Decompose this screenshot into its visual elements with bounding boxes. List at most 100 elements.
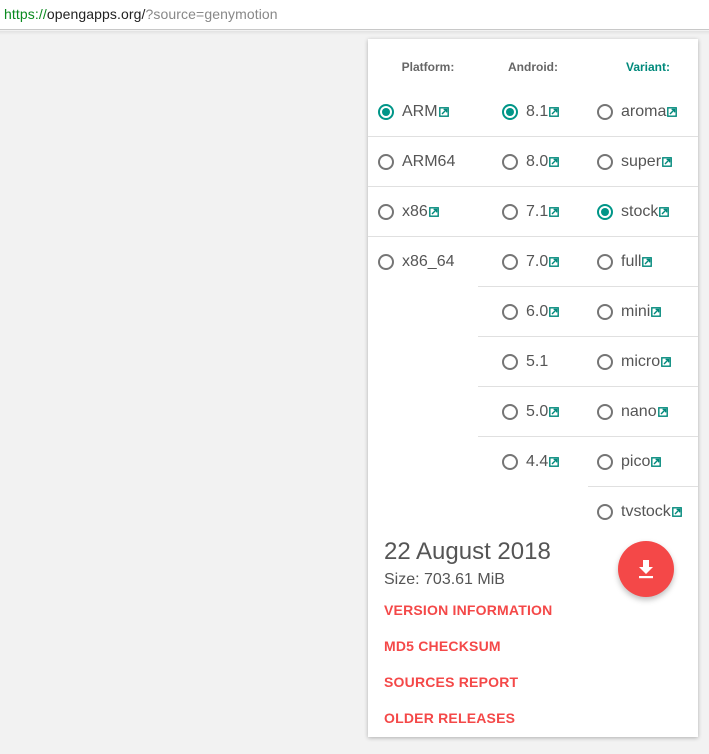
external-link-icon xyxy=(549,307,560,317)
android-option[interactable]: 8.1 xyxy=(502,87,582,137)
platform-radio[interactable] xyxy=(378,154,394,170)
platform-radio[interactable] xyxy=(378,204,394,220)
external-link-icon xyxy=(657,407,668,417)
variant-option-label: stock xyxy=(621,203,659,220)
external-link-icon xyxy=(549,207,560,217)
variant-option[interactable]: micro xyxy=(597,337,697,387)
android-radio[interactable] xyxy=(502,104,518,120)
version-information-link[interactable]: VERSION INFORMATION xyxy=(384,602,552,618)
android-radio[interactable] xyxy=(502,354,518,370)
sources-report-link[interactable]: SOURCES REPORT xyxy=(384,674,518,690)
platform-option[interactable]: ARM64 xyxy=(378,137,478,187)
download-button[interactable] xyxy=(618,541,674,597)
platform-option[interactable]: ARM xyxy=(378,87,478,137)
variant-option-label: tvstock xyxy=(621,503,671,520)
android-radio[interactable] xyxy=(502,404,518,420)
android-radio[interactable] xyxy=(502,304,518,320)
variant-radio[interactable] xyxy=(597,104,613,120)
android-option-label: 8.1 xyxy=(526,103,549,120)
external-link-icon xyxy=(549,457,560,467)
variant-option[interactable]: aroma xyxy=(597,87,697,137)
android-radio[interactable] xyxy=(502,254,518,270)
android-option[interactable]: 7.1 xyxy=(502,187,582,237)
external-link-icon xyxy=(428,207,439,217)
platform-option-label: ARM64 xyxy=(402,153,456,170)
android-option[interactable]: 5.1 xyxy=(502,337,582,387)
external-link-icon xyxy=(549,107,560,117)
external-link-icon xyxy=(661,357,672,367)
url-protocol: https:// xyxy=(4,6,47,22)
variant-option-label: pico xyxy=(621,453,651,470)
external-link-icon xyxy=(642,257,653,267)
android-radio[interactable] xyxy=(502,454,518,470)
platform-option-label: ARM xyxy=(402,103,438,120)
variant-radio[interactable] xyxy=(597,404,613,420)
android-option[interactable]: 6.0 xyxy=(502,287,582,337)
variant-option[interactable]: full xyxy=(597,237,697,287)
variant-option-label: mini xyxy=(621,303,651,320)
platform-option[interactable]: x86 xyxy=(378,187,478,237)
external-link-icon xyxy=(549,407,560,417)
android-option-label: 7.0 xyxy=(526,253,549,270)
external-link-icon xyxy=(549,257,560,267)
platform-radio[interactable] xyxy=(378,104,394,120)
variant-radio[interactable] xyxy=(597,454,613,470)
address-bar-shadow xyxy=(0,31,709,35)
android-option-label: 5.0 xyxy=(526,403,549,420)
variant-radio[interactable] xyxy=(597,354,613,370)
md5-checksum-link[interactable]: MD5 CHECKSUM xyxy=(384,638,501,654)
release-date: 22 August 2018 xyxy=(384,538,551,565)
variant-radio[interactable] xyxy=(597,304,613,320)
platform-header: Platform: xyxy=(401,60,455,74)
external-link-icon xyxy=(659,207,670,217)
android-option-label: 5.1 xyxy=(526,353,549,370)
external-link-icon xyxy=(667,107,678,117)
variant-option[interactable]: super xyxy=(597,137,697,187)
variant-radio[interactable] xyxy=(597,154,613,170)
external-link-icon xyxy=(438,107,449,117)
android-option-label: 6.0 xyxy=(526,303,549,320)
variant-radio[interactable] xyxy=(597,254,613,270)
android-option[interactable]: 5.0 xyxy=(502,387,582,437)
android-radio[interactable] xyxy=(502,204,518,220)
older-releases-link[interactable]: OLDER RELEASES xyxy=(384,710,515,726)
variant-option-label: super xyxy=(621,153,662,170)
external-link-icon xyxy=(662,157,672,167)
variant-option-label: full xyxy=(621,253,642,270)
external-link-icon xyxy=(651,457,662,467)
variant-option[interactable]: pico xyxy=(597,437,697,487)
platform-radio[interactable] xyxy=(378,254,394,270)
android-header: Android: xyxy=(508,60,558,74)
platform-option-label: x86_64 xyxy=(402,253,455,270)
variant-radio[interactable] xyxy=(597,504,613,520)
variant-option-label: nano xyxy=(621,403,657,420)
variant-option[interactable]: mini xyxy=(597,287,697,337)
platform-option[interactable]: x86_64 xyxy=(378,237,478,287)
android-option[interactable]: 7.0 xyxy=(502,237,582,287)
header-divider xyxy=(368,86,698,87)
android-option[interactable]: 8.0 xyxy=(502,137,582,187)
variant-header: Variant: xyxy=(625,60,670,74)
variant-option[interactable]: nano xyxy=(597,387,697,437)
android-radio[interactable] xyxy=(502,154,518,170)
android-option[interactable]: 4.4 xyxy=(502,437,582,487)
release-size: Size: 703.61 MiB xyxy=(384,571,505,588)
external-link-icon xyxy=(651,307,662,317)
platform-option-label: x86 xyxy=(402,203,428,220)
variant-option-label: micro xyxy=(621,353,661,370)
url-text[interactable]: https://opengapps.org/?source=genymotion xyxy=(4,6,278,22)
variant-option-label: aroma xyxy=(621,103,667,120)
external-link-icon xyxy=(549,157,560,167)
variant-radio[interactable] xyxy=(597,204,613,220)
variant-option[interactable]: tvstock xyxy=(597,487,697,537)
url-domain: opengapps.org/ xyxy=(46,6,146,22)
android-option-label: 7.1 xyxy=(526,203,549,220)
external-link-icon xyxy=(671,507,682,517)
download-card: Platform: Android: Variant: 22 August 20… xyxy=(368,39,698,737)
address-bar[interactable]: https://opengapps.org/?source=genymotion xyxy=(0,0,709,30)
variant-option[interactable]: stock xyxy=(597,187,697,237)
download-icon xyxy=(639,560,653,579)
url-path: ?source=genymotion xyxy=(145,6,278,22)
android-option-label: 4.4 xyxy=(526,453,549,470)
android-option-label: 8.0 xyxy=(526,153,549,170)
